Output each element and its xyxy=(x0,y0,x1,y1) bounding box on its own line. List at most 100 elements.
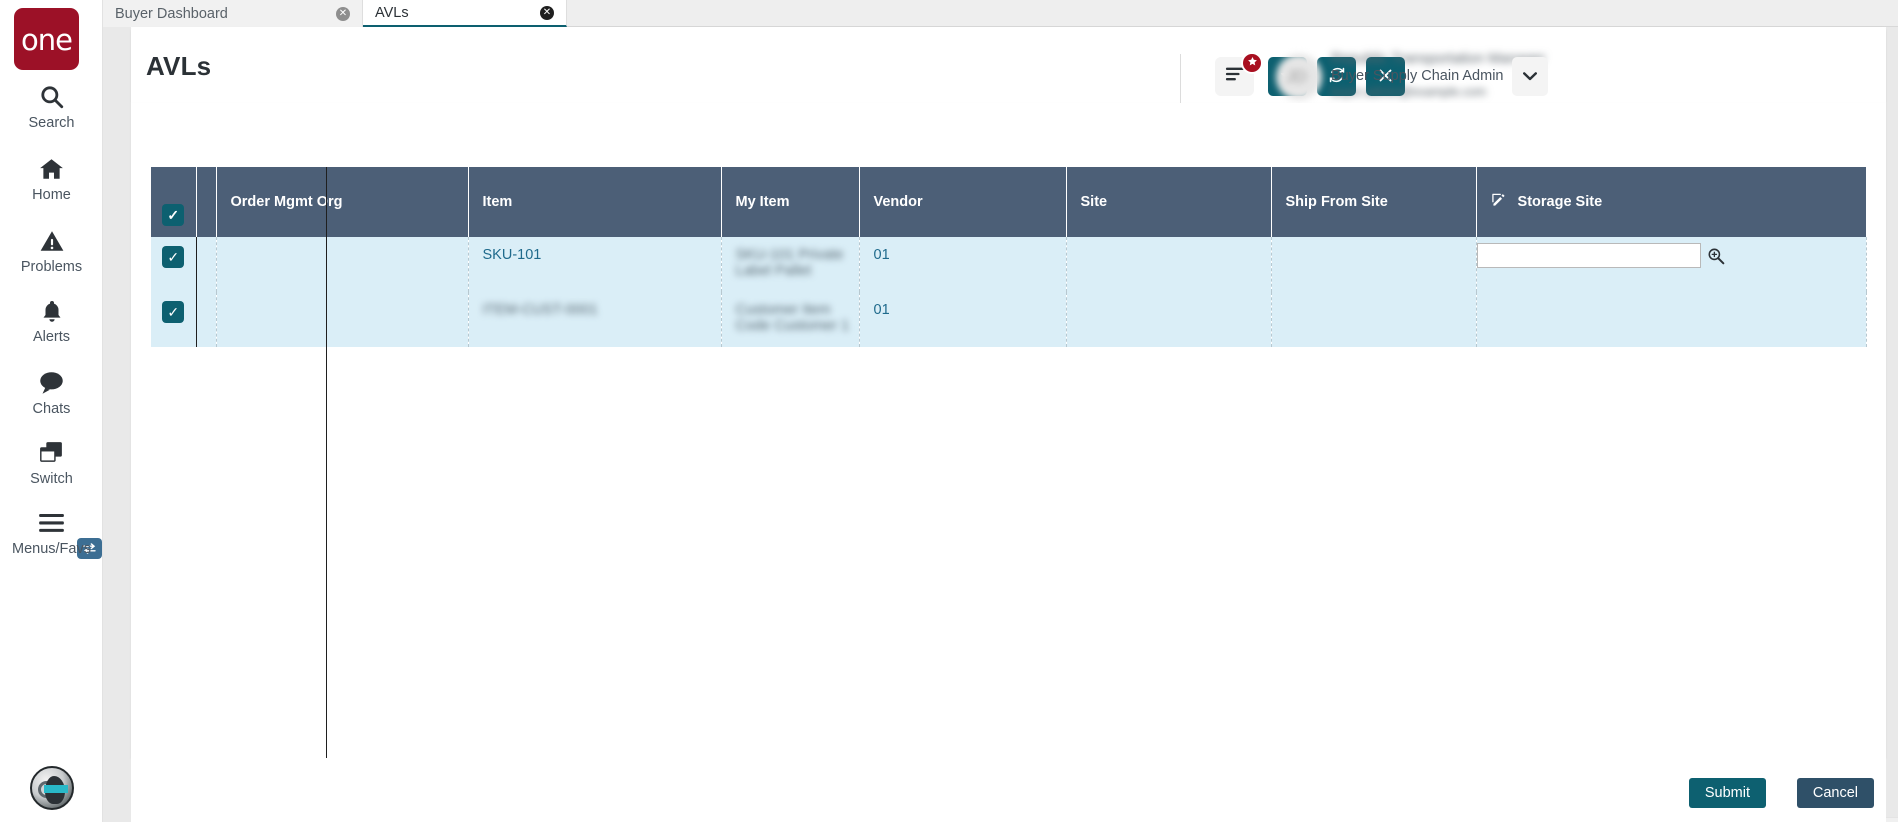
app-root: one Search Home Problems Alerts Chats Sw… xyxy=(0,0,1898,822)
magnifier-plus-icon[interactable] xyxy=(1707,247,1725,265)
cell-site[interactable] xyxy=(1066,237,1272,292)
rail-item-search-label: Search xyxy=(28,115,75,131)
brand-logo-text: one xyxy=(21,23,73,57)
cell-storage-site[interactable] xyxy=(1476,292,1867,347)
avatar-initials: JD xyxy=(1286,67,1307,86)
row-spacer-cell xyxy=(196,292,217,347)
brand-logo[interactable]: one xyxy=(14,8,79,70)
cell-my-item-value: Customer Item Code Customer 1 xyxy=(735,302,850,334)
edit-pencil-icon xyxy=(1491,193,1511,212)
cell-order-mgmt-org[interactable] xyxy=(216,292,469,347)
cell-item[interactable]: SKU-101 xyxy=(468,237,722,292)
avatar[interactable]: JD xyxy=(1276,54,1322,100)
cell-ship-from-site-value xyxy=(1286,292,1476,302)
cell-order-mgmt-org[interactable] xyxy=(216,237,469,292)
footer-action-bar: Submit Cancel xyxy=(131,758,1886,822)
cell-vendor[interactable]: 01 xyxy=(859,292,1067,347)
tab-avls-label: AVLs xyxy=(375,4,409,21)
table-body: ✓ SKU-101 SKU-101 Private Label Pallet 0… xyxy=(151,237,1867,347)
cell-vendor-value: 01 xyxy=(873,247,890,263)
cell-ship-from-site[interactable] xyxy=(1271,237,1477,292)
column-header-site[interactable]: Site xyxy=(1066,167,1272,237)
rail-item-menus-favs[interactable]: Menus/Favs xyxy=(0,506,103,557)
rail-item-chats[interactable]: Chats xyxy=(0,366,103,417)
rail-item-problems-label: Problems xyxy=(20,259,83,275)
cell-ship-from-site[interactable] xyxy=(1271,292,1477,347)
ai-band-detail xyxy=(44,785,68,793)
table-row[interactable]: ✓ ITEM-CUST-0001 Customer Item Code Cust… xyxy=(151,292,1867,347)
row-checkbox[interactable]: ✓ xyxy=(162,301,185,323)
cell-vendor[interactable]: 01 xyxy=(859,237,1067,292)
rail-item-alerts-label: Alerts xyxy=(32,329,71,345)
tab-buyer-dashboard-label: Buyer Dashboard xyxy=(115,5,228,22)
column-header-my-item[interactable]: My Item xyxy=(721,167,860,237)
rail-item-search[interactable]: Search xyxy=(0,80,103,131)
cell-site-value xyxy=(1081,292,1271,302)
rail-item-menus-favs-label: Menus/Favs xyxy=(12,541,91,557)
cell-my-item-value: SKU-101 Private Label Pallet xyxy=(735,247,844,279)
page-background-left xyxy=(103,27,131,822)
rail-item-alerts[interactable]: Alerts xyxy=(0,294,103,345)
windows-switch-icon xyxy=(0,436,103,470)
column-header-item[interactable]: Item xyxy=(468,167,722,237)
rail-item-switch-label: Switch xyxy=(30,471,73,487)
avl-grid-panel: ✓ Order Mgmt Org Item My Item Vendor Sit… xyxy=(131,103,1898,822)
home-icon xyxy=(0,152,103,186)
cell-storage-site[interactable] xyxy=(1476,237,1867,292)
search-icon xyxy=(0,80,103,114)
row-checkbox[interactable]: ✓ xyxy=(162,246,185,268)
rail-item-problems[interactable]: Problems xyxy=(0,224,103,275)
table-header: ✓ Order Mgmt Org Item My Item Vendor Sit… xyxy=(151,167,1867,237)
rail-item-switch[interactable]: Switch xyxy=(0,436,103,487)
select-all-checkbox[interactable]: ✓ xyxy=(162,204,185,226)
chevron-down-icon xyxy=(1523,68,1537,86)
rail-item-home-label: Home xyxy=(32,187,71,203)
cell-item-value: ITEM-CUST-0001 xyxy=(482,302,598,318)
close-icon[interactable]: ✕ xyxy=(336,6,350,21)
table-row[interactable]: ✓ SKU-101 SKU-101 Private Label Pallet 0… xyxy=(151,237,1867,292)
column-header-order-mgmt-org[interactable]: Order Mgmt Org xyxy=(216,167,469,237)
tab-avls[interactable]: AVLs ✕ xyxy=(363,0,567,27)
page-header-card: AVLs JD Republic Transportation Manager … xyxy=(131,27,1886,112)
cell-site[interactable] xyxy=(1066,292,1272,347)
star-icon xyxy=(1247,56,1258,70)
cell-ship-from-site-value xyxy=(1286,237,1476,247)
warning-triangle-icon xyxy=(0,224,103,258)
cancel-button[interactable]: Cancel xyxy=(1796,778,1874,808)
page-title: AVLs xyxy=(146,51,212,81)
select-all-header-cell[interactable]: ✓ xyxy=(151,167,197,237)
row-select-cell[interactable]: ✓ xyxy=(151,237,197,292)
check-icon: ✓ xyxy=(167,303,180,320)
page-background-right xyxy=(1886,27,1898,822)
column-header-ship-from-site[interactable]: Ship From Site xyxy=(1271,167,1477,237)
cell-my-item[interactable]: SKU-101 Private Label Pallet xyxy=(721,237,860,292)
cell-vendor-value: 01 xyxy=(873,302,890,318)
table-header-row: ✓ Order Mgmt Org Item My Item Vendor Sit… xyxy=(151,167,1867,237)
check-icon: ✓ xyxy=(167,206,180,223)
cell-order-mgmt-org-value xyxy=(231,292,468,302)
cell-storage-site-value xyxy=(1491,292,1866,302)
row-select-cell[interactable]: ✓ xyxy=(151,292,197,347)
hamburger-icon xyxy=(0,506,103,540)
menus-notification-badge[interactable] xyxy=(1241,52,1263,74)
close-icon[interactable]: ✕ xyxy=(540,5,554,20)
submit-button[interactable]: Submit xyxy=(1688,778,1766,808)
storage-site-input[interactable] xyxy=(1476,243,1701,268)
cell-my-item[interactable]: Customer Item Code Customer 1 xyxy=(721,292,860,347)
chat-bubble-icon xyxy=(0,366,103,400)
rail-item-home[interactable]: Home xyxy=(0,152,103,203)
rail-item-chats-label: Chats xyxy=(32,401,71,417)
column-header-storage-site-label: Storage Site xyxy=(1517,194,1603,210)
cell-order-mgmt-org-value xyxy=(231,237,468,247)
cell-site-value xyxy=(1081,237,1271,247)
grid-scroll-viewport: ✓ Order Mgmt Org Item My Item Vendor Sit… xyxy=(151,167,1867,687)
storage-site-editor xyxy=(1476,243,1725,268)
list-lines-icon xyxy=(1225,66,1245,87)
column-header-storage-site[interactable]: Storage Site xyxy=(1476,167,1867,237)
bell-icon xyxy=(0,294,103,328)
cell-item[interactable]: ITEM-CUST-0001 xyxy=(468,292,722,347)
tab-buyer-dashboard[interactable]: Buyer Dashboard ✕ xyxy=(103,0,363,27)
user-menu-dropdown-button[interactable] xyxy=(1512,57,1548,96)
column-header-vendor[interactable]: Vendor xyxy=(859,167,1067,237)
ai-head-icon[interactable] xyxy=(30,766,74,810)
